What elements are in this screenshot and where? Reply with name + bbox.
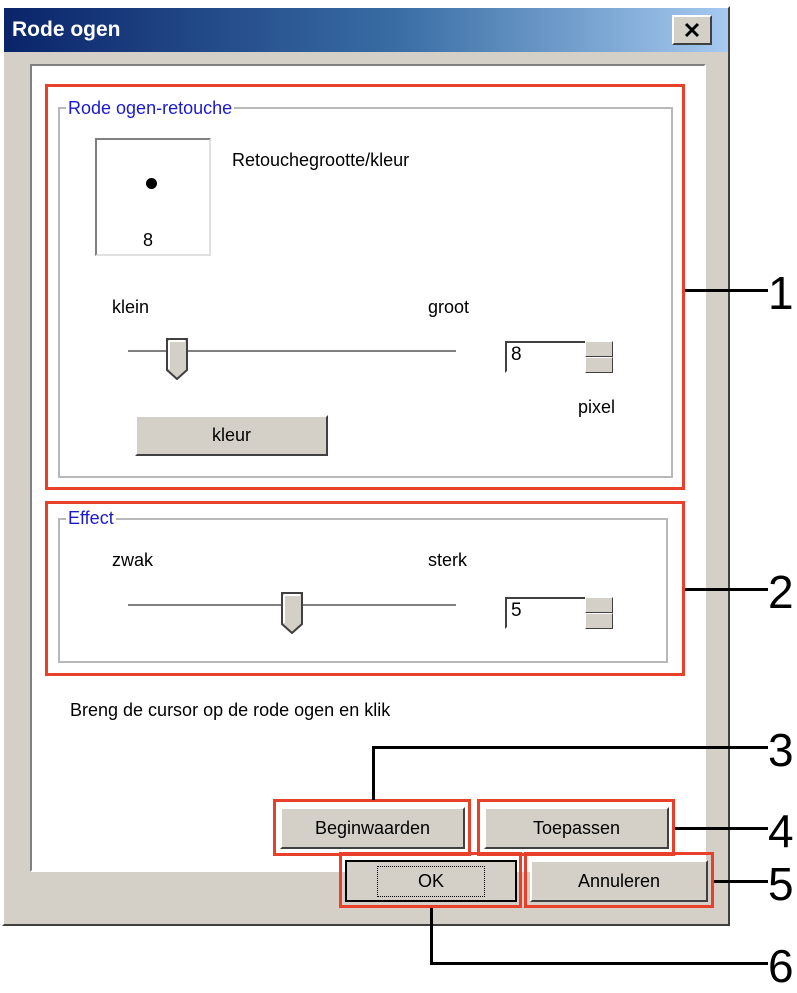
close-button[interactable] [672,15,712,45]
leader-line-6-vertical [430,908,433,965]
callout-number-2: 2 [768,566,794,618]
callout-box-2 [45,501,685,676]
callout-number-6: 6 [768,940,794,992]
window-title: Rode ogen [12,18,121,41]
leader-line-2 [685,588,768,591]
callout-box-3 [273,799,471,856]
close-icon [684,22,700,38]
callout-number-3: 3 [768,724,794,776]
instruction-text: Breng de cursor op de rode ogen en klik [70,700,391,720]
leader-line-5 [714,880,768,883]
leader-line-1 [685,289,768,292]
leader-line-4 [675,827,768,830]
leader-line-3-horizontal [372,746,768,749]
leader-line-6-horizontal [430,962,768,965]
callout-number-1: 1 [768,267,794,319]
callout-box-1 [45,84,685,490]
callout-box-5 [524,852,714,908]
callout-number-4: 4 [768,805,794,857]
callout-box-4 [477,799,675,856]
callout-number-5: 5 [768,858,794,910]
callout-box-6 [339,852,522,908]
leader-line-3-vertical [372,746,375,800]
